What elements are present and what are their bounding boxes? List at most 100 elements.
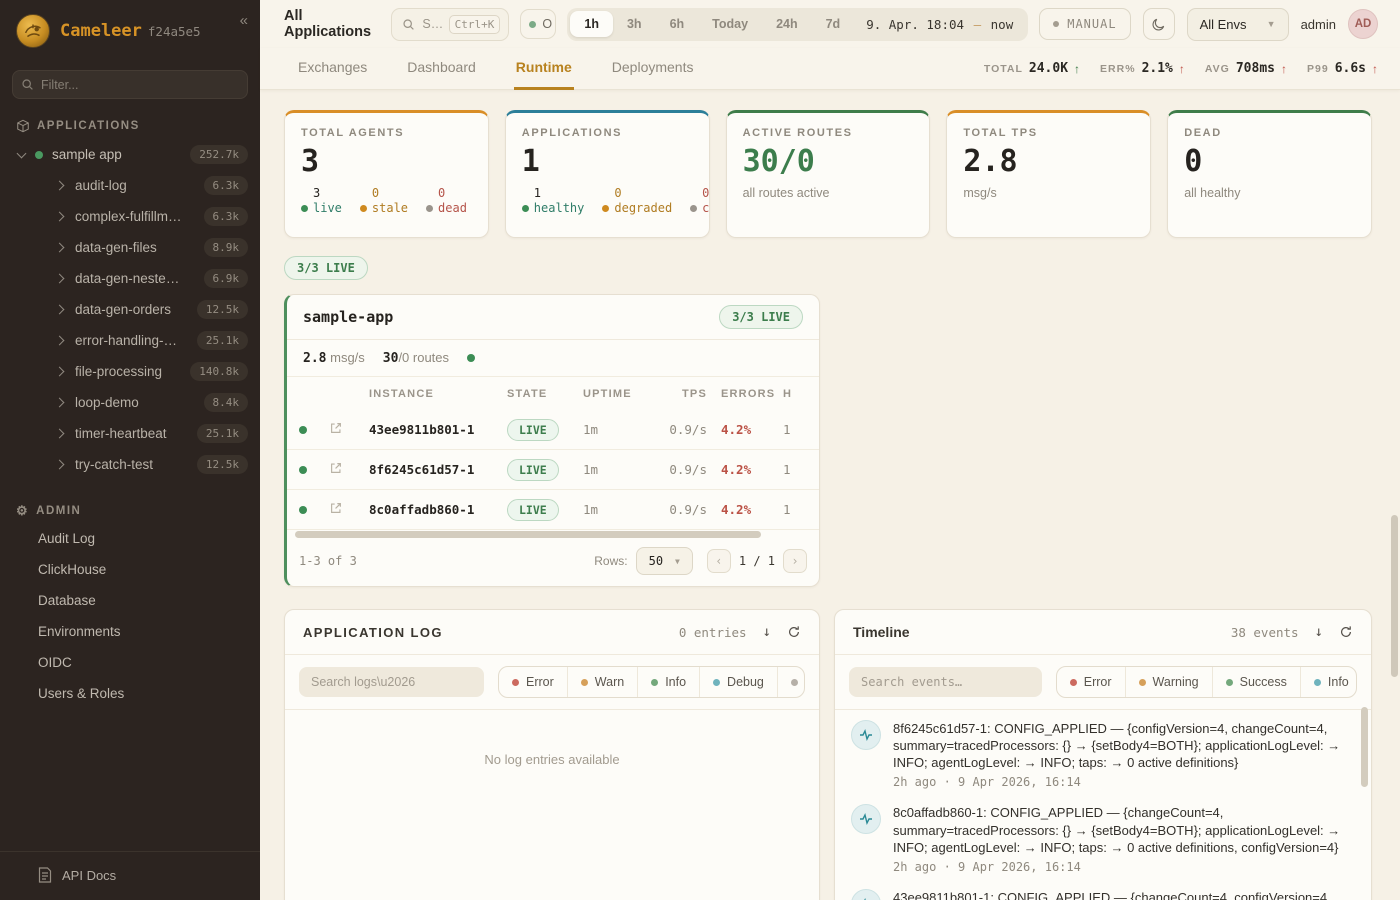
timeline-scrollbar-thumb[interactable]: [1361, 707, 1368, 787]
sidebar-item-route[interactable]: try-catch-test12.5k: [0, 449, 260, 480]
filter-chip-warning[interactable]: Warning: [1126, 667, 1213, 697]
time-range-1h[interactable]: 1h: [570, 11, 613, 37]
log-search-input[interactable]: [299, 667, 484, 697]
timeline-event[interactable]: 8f6245c61d57-1: CONFIG_APPLIED — {config…: [851, 720, 1351, 789]
sidebar-filter-input[interactable]: [12, 70, 248, 99]
chevron-right-icon: [55, 212, 65, 222]
time-range-7d[interactable]: 7d: [812, 11, 855, 37]
sidebar-item-route[interactable]: audit-log6.3k: [0, 170, 260, 201]
page-scrollbar-thumb[interactable]: [1391, 515, 1398, 677]
sidebar-item-oidc[interactable]: OIDC: [0, 647, 260, 678]
filter-chip-trace[interactable]: Trace: [778, 667, 805, 697]
sidebar-item-route[interactable]: loop-demo8.4k: [0, 387, 260, 418]
date-range-display[interactable]: 9. Apr. 18:04 – now: [854, 11, 1025, 38]
app-name: sample-app: [303, 308, 393, 326]
search-icon: [402, 18, 415, 31]
sidebar-item-route[interactable]: error-handling-…25.1k: [0, 325, 260, 356]
table-row[interactable]: 8c0affadb860-1 LIVE 1m 0.9/s 4.2% 1: [287, 490, 819, 530]
logo-icon: [16, 14, 50, 48]
summary-stats: TOTAL24.0K↑ ERR%2.1%↑ AVG708ms↑ P996.6s↑: [984, 61, 1378, 76]
sidebar-item-audit-log[interactable]: Audit Log: [0, 523, 260, 554]
rows-per-page-select[interactable]: 50 ▼: [636, 547, 693, 575]
sidebar-item-route[interactable]: data-gen-neste…6.9k: [0, 263, 260, 294]
status-dot-green: [299, 426, 307, 434]
card-applications: APPLICATIONS 1 1healthy 0degraded 0criti: [505, 110, 710, 238]
filter-chip-debug[interactable]: Debug: [700, 667, 778, 697]
status-dot-green: [35, 151, 43, 159]
filter-chip-error[interactable]: Error: [1057, 667, 1126, 697]
external-link-icon[interactable]: [329, 461, 369, 478]
brand: Cameleerf24a5e5 «: [0, 0, 260, 60]
tab-deployments[interactable]: Deployments: [610, 48, 696, 90]
external-link-icon[interactable]: [329, 421, 369, 438]
sidebar-item-route[interactable]: timer-heartbeat25.1k: [0, 418, 260, 449]
time-range-today[interactable]: Today: [698, 11, 762, 37]
global-search-button[interactable]: S… Ctrl+K: [391, 8, 509, 41]
sidebar-item-route[interactable]: data-gen-orders12.5k: [0, 294, 260, 325]
tab-runtime[interactable]: Runtime: [514, 48, 574, 90]
refresh-icon[interactable]: [1339, 625, 1353, 639]
table-row[interactable]: 8f6245c61d57-1 LIVE 1m 0.9/s 4.2% 1: [287, 450, 819, 490]
sidebar-collapse-button[interactable]: «: [240, 12, 248, 29]
manual-refresh-button[interactable]: MANUAL: [1039, 8, 1130, 40]
state-badge: LIVE: [507, 419, 559, 441]
api-docs-link[interactable]: API Docs: [0, 851, 260, 900]
time-range-3h[interactable]: 3h: [613, 11, 656, 37]
sample-app-card: sample-app 3/3 LIVE 2.8 msg/s 30/0 route…: [284, 294, 820, 587]
filter-chip-warn[interactable]: Warn: [568, 667, 638, 697]
environment-select[interactable]: All Envs ▼: [1187, 8, 1289, 41]
avatar[interactable]: AD: [1348, 9, 1378, 39]
stat-avg: AVG708ms↑: [1205, 61, 1287, 76]
download-icon[interactable]: ↓: [1315, 624, 1323, 640]
time-range-6h[interactable]: 6h: [656, 11, 699, 37]
download-icon[interactable]: ↓: [763, 624, 771, 640]
sidebar-item-route[interactable]: data-gen-files8.9k: [0, 232, 260, 263]
sidebar-item-users-roles[interactable]: Users & Roles: [0, 678, 260, 709]
sidebar-item-clickhouse[interactable]: ClickHouse: [0, 554, 260, 585]
prev-page-button[interactable]: ‹: [707, 549, 731, 573]
document-icon: [38, 867, 52, 883]
topbar-right: MANUAL All Envs ▼ admin AD: [1039, 8, 1378, 41]
filter-chip-info[interactable]: Info: [638, 667, 700, 697]
count-badge: 25.1k: [197, 331, 248, 350]
timeline-search-input[interactable]: [849, 667, 1042, 697]
event-type-filters: Error Warning Success Info: [1056, 666, 1357, 698]
instances-table: INSTANCE STATE UPTIME TPS ERRORS H 43ee9…: [287, 377, 819, 530]
entries-count: 0 entries: [679, 625, 747, 640]
sidebar-item-route[interactable]: file-processing140.8k: [0, 356, 260, 387]
timeline-event[interactable]: 43ee9811b801-1: CONFIG_APPLIED — {change…: [851, 889, 1351, 900]
filter-chip-error[interactable]: Error: [499, 667, 568, 697]
stat-total: TOTAL24.0K↑: [984, 61, 1080, 76]
next-page-button[interactable]: ›: [783, 549, 807, 573]
keyboard-shortcut: Ctrl+K: [449, 15, 501, 34]
activity-icon: [851, 889, 881, 900]
refresh-icon[interactable]: [787, 625, 801, 639]
theme-toggle-button[interactable]: [1143, 8, 1175, 40]
live-badge[interactable]: 3/3 LIVE: [284, 256, 368, 280]
state-badge: LIVE: [507, 499, 559, 521]
manual-dot: [1053, 21, 1059, 27]
tab-dashboard[interactable]: Dashboard: [405, 48, 478, 90]
package-icon: [16, 119, 30, 133]
sidebar-item-environments[interactable]: Environments: [0, 616, 260, 647]
timeline-event[interactable]: 8c0affadb860-1: CONFIG_APPLIED — {change…: [851, 804, 1351, 873]
sidebar-item-route[interactable]: complex-fulfillm…6.3k: [0, 201, 260, 232]
time-range-24h[interactable]: 24h: [762, 11, 812, 37]
table-footer: 1-3 of 3 Rows: 50 ▼ ‹ 1 / 1 ›: [287, 538, 819, 586]
filter-chip-success[interactable]: Success: [1213, 667, 1301, 697]
chevron-right-icon: [55, 336, 65, 346]
admin-section-header: ⚙ ADMIN: [0, 488, 260, 523]
sidebar: Cameleerf24a5e5 « APPLICATIONS sample ap…: [0, 0, 260, 900]
status-dot: [360, 205, 367, 212]
horizontal-scrollbar-thumb[interactable]: [295, 531, 761, 538]
sidebar-item-database[interactable]: Database: [0, 585, 260, 616]
status-dot-green: [299, 506, 307, 514]
external-link-icon[interactable]: [329, 501, 369, 518]
sidebar-item-sample-app[interactable]: sample app 252.7k: [0, 139, 260, 170]
connection-status-pill[interactable]: O: [520, 9, 556, 39]
filter-chip-info[interactable]: Info: [1301, 667, 1357, 697]
tab-exchanges[interactable]: Exchanges: [296, 48, 369, 90]
app-live-badge: 3/3 LIVE: [719, 305, 803, 329]
horizontal-scrollbar: [295, 531, 811, 538]
table-row[interactable]: 43ee9811b801-1 LIVE 1m 0.9/s 4.2% 1: [287, 410, 819, 450]
